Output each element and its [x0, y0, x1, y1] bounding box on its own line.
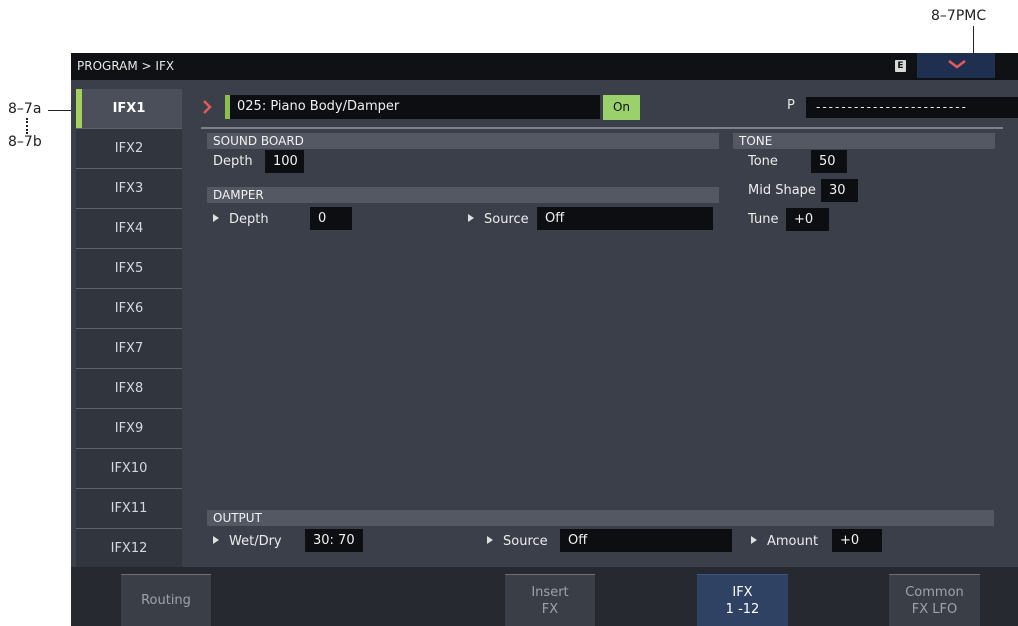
tab-ifx1[interactable]: IFX1: [76, 89, 182, 129]
divider: [201, 127, 1003, 129]
edit-badge: E: [895, 60, 906, 72]
damper-source-text: Source: [484, 212, 529, 227]
p-field[interactable]: ------------------------: [806, 97, 1018, 118]
wetdry-text: Wet/Dry: [229, 534, 282, 549]
section-sound-board: SOUND BOARD: [207, 133, 719, 149]
tab-ifx9[interactable]: IFX9: [76, 409, 182, 449]
bottom-tab-bar: Routing Insert FX IFX 1 -12 Common FX LF…: [71, 567, 1018, 626]
tab-label: IFX9: [114, 421, 144, 436]
wetdry-value[interactable]: 30: 70: [305, 529, 363, 552]
output-source-text: Source: [503, 534, 548, 549]
damper-depth-text: Depth: [229, 212, 269, 227]
tab-label: IFX7: [114, 341, 144, 356]
tab-ifx7[interactable]: IFX7: [76, 329, 182, 369]
effect-select[interactable]: 025: Piano Body/Damper: [225, 95, 600, 119]
callout-8-7a: 8–7a: [8, 101, 42, 117]
section-damper: DAMPER: [207, 187, 719, 203]
tab-common-fx-lfo[interactable]: Common FX LFO: [889, 574, 980, 626]
chevron-down-icon: [948, 60, 966, 69]
triangle-right-icon: [487, 536, 493, 544]
tab-label: IFX12: [110, 541, 148, 556]
page-menu-button[interactable]: [917, 53, 995, 78]
tone-label: Tone: [748, 154, 778, 169]
ifx-edit-panel: 025: Piano Body/Damper On P ------------…: [186, 89, 1018, 563]
wetdry-label[interactable]: Wet/Dry: [213, 534, 282, 549]
tune-label: Tune: [748, 212, 779, 227]
damper-source-value[interactable]: Off: [537, 207, 713, 230]
sound-board-depth-value[interactable]: 100: [265, 150, 304, 173]
sound-board-depth-label: Depth: [213, 154, 253, 169]
ifx-tab-list: IFX1 IFX2 IFX3 IFX4 IFX5 IFX6 IFX7 IFX8 …: [76, 89, 182, 569]
tab-label: IFX5: [114, 261, 144, 276]
callout-8-7pmc: 8–7PMC: [931, 8, 987, 24]
triangle-right-icon: [213, 214, 219, 222]
chevron-right-icon[interactable]: [202, 100, 212, 114]
effect-name-text: 025: Piano Body/Damper: [237, 99, 400, 114]
tab-routing-label: Routing: [141, 593, 191, 608]
tab-label: IFX8: [114, 381, 144, 396]
tab-ifx3[interactable]: IFX3: [76, 169, 182, 209]
tab-insert-fx[interactable]: Insert FX: [505, 574, 595, 626]
tab-label: IFX2: [114, 141, 144, 156]
triangle-right-icon: [751, 536, 757, 544]
tab-ifx10[interactable]: IFX10: [76, 449, 182, 489]
tab-ifx11[interactable]: IFX11: [76, 489, 182, 529]
output-source-value[interactable]: Off: [560, 529, 732, 552]
tab-label: IFX6: [114, 301, 144, 316]
section-output: OUTPUT: [207, 510, 994, 526]
tab-label: IFX11: [110, 501, 148, 516]
tone-value[interactable]: 50: [811, 150, 847, 173]
callout-line-left: [48, 110, 73, 111]
tab-ifx5[interactable]: IFX5: [76, 249, 182, 289]
p-label: P: [787, 98, 795, 113]
tab-ifx4[interactable]: IFX4: [76, 209, 182, 249]
selected-tab-marker: [76, 89, 82, 128]
effect-indicator: [225, 95, 230, 119]
amount-text: Amount: [767, 534, 819, 549]
tab-ifx2[interactable]: IFX2: [76, 129, 182, 169]
tab-common-fx-lfo-label: Common FX LFO: [905, 584, 964, 617]
callout-8-7b: 8–7b: [8, 134, 42, 150]
section-tone: TONE: [733, 133, 995, 149]
mid-shape-value[interactable]: 30: [821, 179, 858, 202]
tab-routing[interactable]: Routing: [121, 574, 211, 626]
tab-ifx-1-12[interactable]: IFX 1 -12: [697, 574, 788, 626]
tab-insert-fx-label: Insert FX: [531, 584, 569, 617]
page-title: PROGRAM > IFX: [77, 59, 175, 73]
triangle-right-icon: [468, 214, 474, 222]
tab-ifx6[interactable]: IFX6: [76, 289, 182, 329]
triangle-right-icon: [213, 536, 219, 544]
amount-value[interactable]: +0: [832, 529, 882, 552]
tab-ifx12[interactable]: IFX12: [76, 529, 182, 569]
damper-depth-label[interactable]: Depth: [213, 212, 269, 227]
damper-source-label[interactable]: Source: [468, 212, 529, 227]
tab-label: IFX10: [110, 461, 148, 476]
effect-on-button[interactable]: On: [603, 95, 640, 120]
mid-shape-label: Mid Shape: [748, 183, 816, 198]
tab-label: IFX3: [114, 181, 144, 196]
amount-label[interactable]: Amount: [751, 534, 818, 549]
damper-depth-value[interactable]: 0: [310, 207, 352, 230]
tab-label: IFX1: [112, 101, 146, 116]
synth-screen: PROGRAM > IFX E IFX1 IFX2 IFX3 IFX4 IFX5…: [71, 53, 1018, 626]
tune-value[interactable]: +0: [786, 208, 829, 231]
output-source-label[interactable]: Source: [487, 534, 548, 549]
title-bar: PROGRAM > IFX E: [71, 53, 1018, 80]
tab-ifx8[interactable]: IFX8: [76, 369, 182, 409]
tab-ifx-1-12-label: IFX 1 -12: [725, 584, 760, 617]
tab-label: IFX4: [114, 221, 144, 236]
callout-dots: [26, 118, 28, 134]
